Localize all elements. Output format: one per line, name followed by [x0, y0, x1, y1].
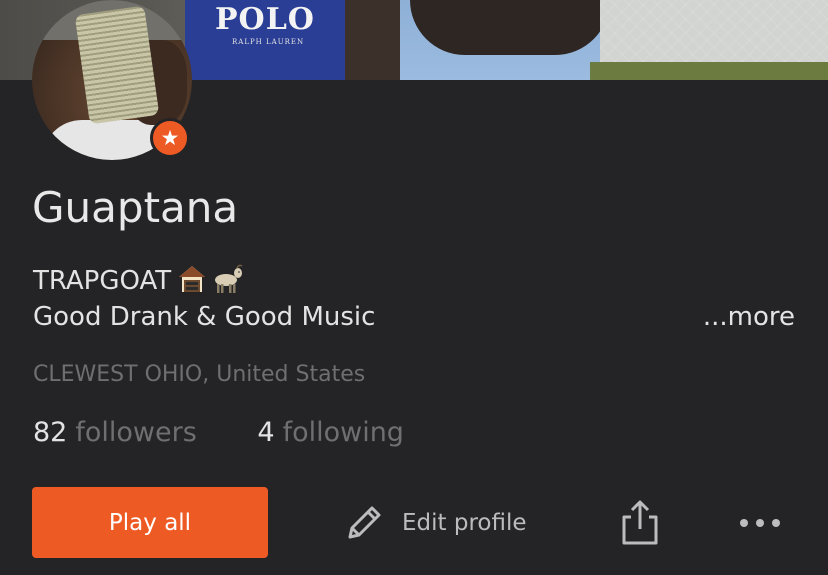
bio-line-1-text: TRAPGOAT: [33, 266, 172, 296]
goat-icon: [215, 264, 243, 293]
followers-count: 82: [33, 417, 68, 448]
bio-line-2: Good Drank & Good Music: [33, 302, 376, 332]
edit-profile-label: Edit profile: [402, 510, 527, 536]
followers-label: followers: [75, 417, 197, 448]
profile-username: Guaptana: [32, 183, 239, 232]
bio-more-link[interactable]: ...more: [703, 299, 795, 335]
followers-link[interactable]: 82 followers: [33, 417, 205, 448]
profile-location: CLEWEST OHIO, United States: [33, 362, 366, 387]
more-options-icon[interactable]: [740, 508, 780, 538]
share-icon[interactable]: [619, 499, 661, 547]
profile-bio: TRAPGOAT Good Drank & Good Music: [33, 263, 375, 335]
following-label: following: [282, 417, 404, 448]
banner-shirt-text: POLO: [215, 2, 315, 37]
profile-page: POLO RALPH LAUREN ★ Guaptana TRAPGOAT Go…: [0, 0, 828, 575]
bio-line-1: TRAPGOAT: [33, 263, 375, 299]
pencil-icon: [348, 506, 381, 539]
following-link[interactable]: 4 following: [257, 417, 404, 448]
banner-shirt-subtext: RALPH LAUREN: [232, 38, 305, 46]
play-all-button[interactable]: Play all: [32, 487, 268, 558]
profile-stats: 82 followers 4 following: [33, 417, 404, 448]
edit-profile-button[interactable]: Edit profile: [342, 497, 527, 549]
star-icon: ★: [150, 118, 190, 158]
house-icon: [179, 266, 206, 292]
following-count: 4: [257, 417, 275, 448]
